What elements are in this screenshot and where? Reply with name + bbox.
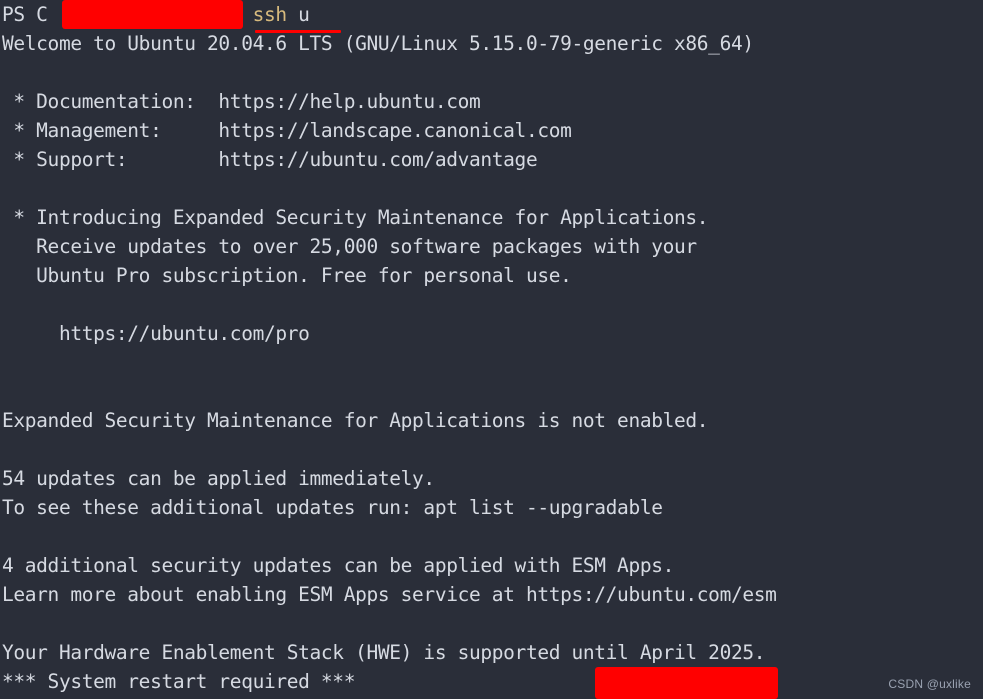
ssh-argument-value: u <box>298 3 310 26</box>
output-line: Your Hardware Enablement Stack (HWE) is … <box>2 641 766 664</box>
redacted-login-ip <box>595 667 778 699</box>
ssh-argument <box>287 3 298 26</box>
output-line: * Documentation: https://help.ubuntu.com <box>2 90 481 113</box>
terminal-output: PS C ssh u Welcome to Ubuntu 20.04.6 LTS… <box>0 0 983 699</box>
ssh-command: ssh <box>252 3 288 26</box>
output-line: Expanded Security Maintenance for Applic… <box>2 409 709 432</box>
output-line: *** System restart required *** <box>2 670 356 693</box>
output-line: https://ubuntu.com/pro <box>2 322 310 345</box>
output-line: Learn more about enabling ESM Apps servi… <box>2 583 777 606</box>
output-line: Welcome to Ubuntu 20.04.6 LTS (GNU/Linux… <box>2 32 754 55</box>
output-line: * Management: https://landscape.canonica… <box>2 119 572 142</box>
red-underline-annotation <box>255 30 341 33</box>
watermark: CSDN @uxlike <box>888 677 971 691</box>
terminal-window[interactable]: PS C ssh u Welcome to Ubuntu 20.04.6 LTS… <box>0 0 983 699</box>
output-line: * Introducing Expanded Security Maintena… <box>2 206 709 229</box>
output-line: 54 updates can be applied immediately. <box>2 467 435 490</box>
prompt-prefix: PS C <box>2 3 48 26</box>
output-line: Receive updates to over 25,000 software … <box>2 235 697 258</box>
output-line: Ubuntu Pro subscription. Free for person… <box>2 264 572 287</box>
output-line: To see these additional updates run: apt… <box>2 496 663 519</box>
redacted-host-path <box>62 0 243 29</box>
output-line: 4 additional security updates can be app… <box>2 554 675 577</box>
output-line: * Support: https://ubuntu.com/advantage <box>2 148 538 171</box>
